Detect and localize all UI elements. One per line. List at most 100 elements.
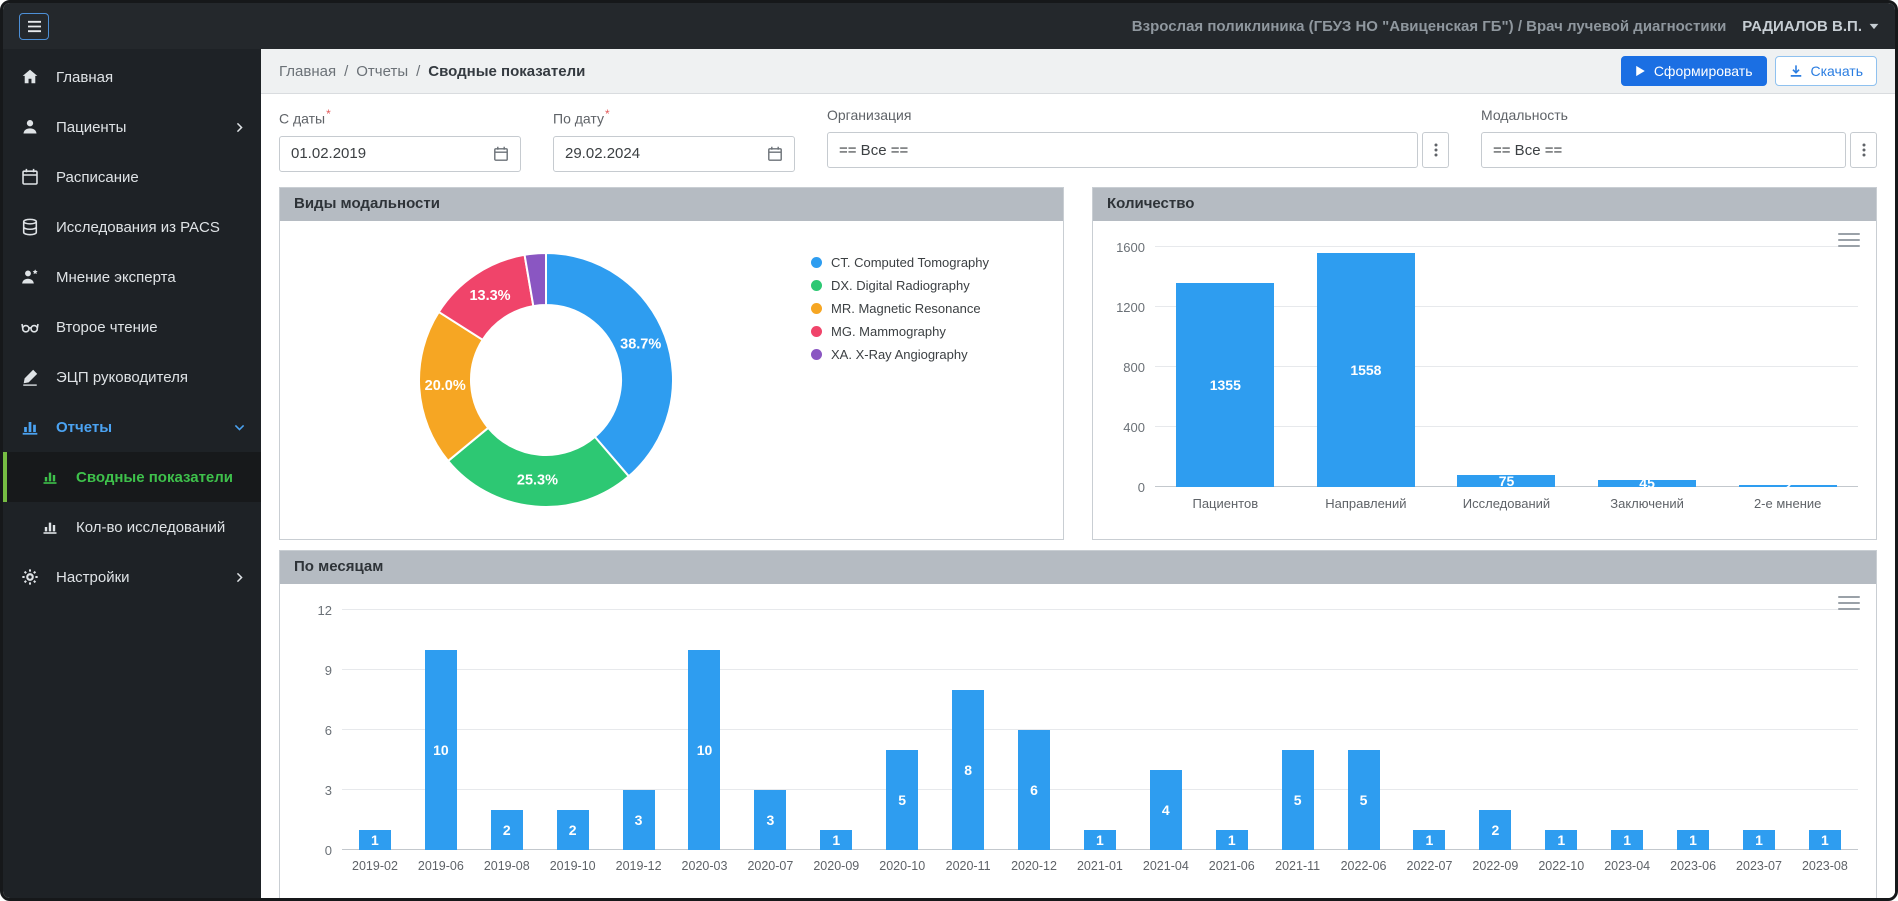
legend-item[interactable]: MG. Mammography xyxy=(811,324,1063,339)
modality-donut-chart: 38.7%25.3%20.0%13.3% xyxy=(280,221,811,539)
sidebar-item-expert-opinion[interactable]: Мнение эксперта xyxy=(3,252,261,302)
breadcrumb-link-home[interactable]: Главная xyxy=(279,63,336,80)
report-bar-icon xyxy=(39,519,61,535)
download-button[interactable]: Скачать xyxy=(1775,56,1878,86)
breadcrumb: Главная / Отчеты / Сводные показатели xyxy=(279,63,585,80)
modality-options-button[interactable] xyxy=(1850,132,1877,168)
generate-button[interactable]: Сформировать xyxy=(1621,56,1767,86)
bar[interactable]: 1 xyxy=(1677,830,1709,850)
monthly-bar-chart: 03691211022310315861415512111112019-0220… xyxy=(280,584,1876,901)
bar[interactable]: 75 xyxy=(1457,475,1555,486)
bar-column: 75 xyxy=(1436,247,1577,487)
bar[interactable]: 10 xyxy=(688,650,720,850)
breadcrumb-current: Сводные показатели xyxy=(428,63,585,80)
bar[interactable]: 1355 xyxy=(1176,283,1274,486)
legend-item[interactable]: MR. Magnetic Resonance xyxy=(811,301,1063,316)
bar-column: 1 xyxy=(803,610,869,850)
bar[interactable]: 2 xyxy=(491,810,523,850)
sidebar-item-summary-indicators[interactable]: Сводные показатели xyxy=(3,452,261,502)
category-label: 2-е мнение xyxy=(1717,496,1858,511)
user-menu[interactable]: РАДИАЛОВ В.П. xyxy=(1742,18,1879,35)
legend-item[interactable]: DX. Digital Radiography xyxy=(811,278,1063,293)
category-label: Направлений xyxy=(1296,496,1437,511)
modality-select[interactable]: == Все == xyxy=(1481,132,1846,168)
bar[interactable]: 3 xyxy=(623,790,655,850)
chevron-right-icon xyxy=(234,122,245,133)
chart-export-menu-button[interactable] xyxy=(1838,596,1860,610)
breadcrumb-link-reports[interactable]: Отчеты xyxy=(356,63,408,80)
bar-value-label: 75 xyxy=(1457,475,1555,486)
bar[interactable]: 5 xyxy=(886,750,918,850)
category-label: 2020-12 xyxy=(1001,859,1067,873)
bar[interactable]: 3 xyxy=(754,790,786,850)
organization-select[interactable]: == Все == xyxy=(827,132,1418,168)
category-axis: ПациентовНаправленийИсследованийЗаключен… xyxy=(1155,496,1858,511)
bar[interactable]: 1 xyxy=(1084,830,1116,850)
y-axis-label: 3 xyxy=(292,783,332,798)
bar-value-label: 1 xyxy=(1809,832,1841,848)
bar[interactable]: 1 xyxy=(1809,830,1841,850)
bar-value-label: 5 xyxy=(886,792,918,808)
filter-modality: Модальность == Все == xyxy=(1481,107,1877,172)
bar-value-label: 1 xyxy=(820,832,852,848)
bar[interactable]: 5 xyxy=(1282,750,1314,850)
legend-item[interactable]: CT. Computed Tomography xyxy=(811,255,1063,270)
bar[interactable]: 1 xyxy=(359,830,391,850)
sidebar-item-study-count[interactable]: Кол-во исследований xyxy=(3,502,261,552)
bar-column: 10 xyxy=(672,610,738,850)
bar[interactable]: 1 xyxy=(1743,830,1775,850)
bar[interactable]: 10 xyxy=(425,650,457,850)
bar[interactable]: 2 xyxy=(557,810,589,850)
bar-column: 1 xyxy=(1199,610,1265,850)
bar[interactable]: 1 xyxy=(820,830,852,850)
y-axis-label: 1600 xyxy=(1105,240,1145,255)
play-icon xyxy=(1635,65,1646,77)
category-label: 2020-11 xyxy=(935,859,1001,873)
bar[interactable]: 6 xyxy=(1018,730,1050,850)
chart-legend: CT. Computed Tomography DX. Digital Radio… xyxy=(811,221,1063,539)
sidebar-item-reports[interactable]: Отчеты xyxy=(3,402,261,452)
legend-item[interactable]: XA. X-Ray Angiography xyxy=(811,347,1063,362)
sidebar-item-schedule[interactable]: Расписание xyxy=(3,152,261,202)
sidebar-toggle-button[interactable] xyxy=(19,13,49,40)
sidebar-item-settings[interactable]: Настройки xyxy=(3,552,261,602)
bar[interactable]: 1 xyxy=(1545,830,1577,850)
bar[interactable]: 5 xyxy=(1348,750,1380,850)
date-from-input[interactable] xyxy=(291,145,493,162)
bar[interactable]: 2 xyxy=(1739,485,1837,487)
bar[interactable]: 1558 xyxy=(1317,253,1415,487)
sidebar-item-label: Расписание xyxy=(56,169,139,186)
sidebar-item-home[interactable]: Главная xyxy=(3,52,261,102)
bar[interactable]: 8 xyxy=(952,690,984,850)
bar[interactable]: 2 xyxy=(1479,810,1511,850)
sidebar-item-label: Сводные показатели xyxy=(76,469,233,486)
bar[interactable]: 4 xyxy=(1150,770,1182,850)
category-label: 2019-02 xyxy=(342,859,408,873)
bar[interactable]: 1 xyxy=(1413,830,1445,850)
sidebar-item-manager-esign[interactable]: ЭЦП руководителя xyxy=(3,352,261,402)
sidebar-item-second-reading[interactable]: Второе чтение xyxy=(3,302,261,352)
calendar-icon[interactable] xyxy=(767,146,783,162)
sidebar-item-pacs-studies[interactable]: Исследования из PACS xyxy=(3,202,261,252)
calendar-icon[interactable] xyxy=(493,146,509,162)
sidebar-item-patients[interactable]: Пациенты xyxy=(3,102,261,152)
donut-segment[interactable] xyxy=(546,253,673,476)
chart-export-menu-button[interactable] xyxy=(1838,233,1860,247)
bar-column: 45 xyxy=(1577,247,1718,487)
user-name: РАДИАЛОВ В.П. xyxy=(1742,18,1862,35)
date-to-input[interactable] xyxy=(565,145,767,162)
quantity-panel-title: Количество xyxy=(1093,188,1876,221)
sidebar-item-label: Исследования из PACS xyxy=(56,219,220,236)
bar[interactable]: 45 xyxy=(1598,480,1696,487)
category-label: 2019-12 xyxy=(606,859,672,873)
category-label: 2020-03 xyxy=(672,859,738,873)
legend-label: XA. X-Ray Angiography xyxy=(831,347,968,362)
organization-options-button[interactable] xyxy=(1422,132,1449,168)
bar[interactable]: 1 xyxy=(1216,830,1248,850)
category-label: Заключений xyxy=(1577,496,1718,511)
bar-column: 1 xyxy=(1397,610,1463,850)
bar-plot: 0400800120016001355155875452 xyxy=(1155,247,1858,487)
bar[interactable]: 1 xyxy=(1611,830,1643,850)
breadcrumb-bar: Главная / Отчеты / Сводные показатели Сф… xyxy=(261,49,1895,94)
bar-column: 1 xyxy=(1726,610,1792,850)
